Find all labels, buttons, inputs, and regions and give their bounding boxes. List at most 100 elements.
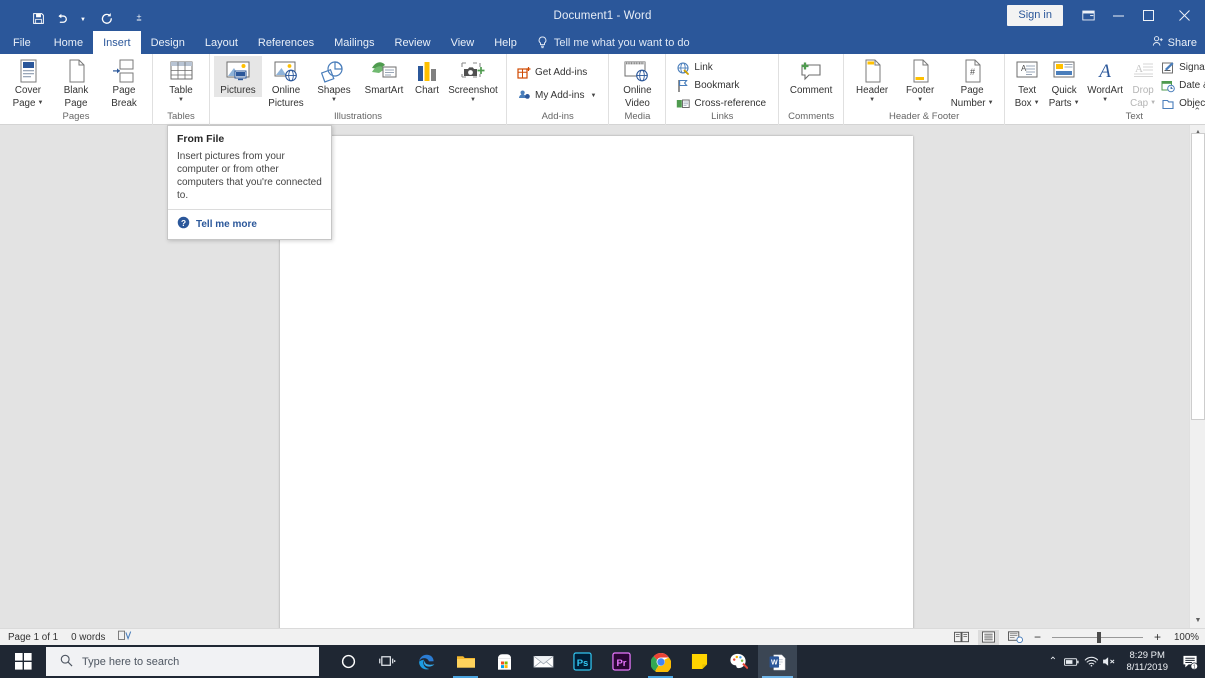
adobe-premiere-icon[interactable]: Pr <box>602 645 641 678</box>
task-view-icon[interactable] <box>368 645 407 678</box>
online-pictures-button[interactable]: Online Pictures <box>262 56 310 109</box>
wordart-icon: A <box>1093 58 1117 84</box>
shapes-dropdown-icon[interactable]: ▼ <box>331 97 337 104</box>
footer-button[interactable]: Footer ▼ <box>896 56 944 104</box>
scrollbar-thumb[interactable] <box>1191 133 1205 420</box>
my-addins-dropdown-icon[interactable]: ▼ <box>590 93 596 99</box>
signature-line-button[interactable]: Signature Line ▼ <box>1159 59 1205 76</box>
table-dropdown-icon[interactable]: ▼ <box>178 97 184 104</box>
word-count[interactable]: 0 words <box>71 632 105 643</box>
screenshot-button[interactable]: Screenshot ▼ <box>444 56 502 104</box>
tab-references[interactable]: References <box>248 31 324 54</box>
zoom-in-button[interactable]: + <box>1152 630 1163 644</box>
tab-insert[interactable]: Insert <box>93 31 141 54</box>
my-addins-button[interactable]: My Add-ins ▼ <box>515 87 600 104</box>
zoom-level[interactable]: 100% <box>1169 632 1199 643</box>
footer-dropdown-icon[interactable]: ▼ <box>917 97 923 104</box>
date-time-button[interactable]: Date & Time <box>1159 77 1205 94</box>
page-break-button[interactable]: Page Break <box>100 56 148 109</box>
taskbar-clock[interactable]: 8:29 PM 8/11/2019 <box>1119 650 1175 674</box>
comment-button[interactable]: Comment <box>783 56 839 97</box>
page-break-label-2: Break <box>111 97 137 109</box>
pictures-button[interactable]: Pictures <box>214 56 262 97</box>
ribbon-group-header-footer: Header ▼ Footer ▼ # Page Number ▼ Header… <box>843 54 1004 125</box>
show-hidden-icons-icon[interactable]: ⌃ <box>1043 645 1062 678</box>
ribbon-display-options-icon[interactable] <box>1073 0 1103 31</box>
group-label-pages: Pages <box>62 111 90 122</box>
microsoft-edge-icon[interactable] <box>407 645 446 678</box>
cortana-icon[interactable] <box>329 645 368 678</box>
vertical-scrollbar[interactable]: ▲ ▼ <box>1189 125 1205 628</box>
tab-review[interactable]: Review <box>385 31 441 54</box>
google-chrome-icon[interactable] <box>641 645 680 678</box>
tell-me-more-link[interactable]: ? Tell me more <box>177 210 322 239</box>
sticky-notes-icon[interactable] <box>680 645 719 678</box>
tab-view[interactable]: View <box>441 31 485 54</box>
print-layout-icon[interactable] <box>977 629 999 645</box>
tab-mailings[interactable]: Mailings <box>324 31 384 54</box>
screenshot-dropdown-icon[interactable]: ▼ <box>470 97 476 104</box>
paint-3d-icon[interactable] <box>719 645 758 678</box>
online-video-button[interactable]: Online Video <box>613 56 661 109</box>
wifi-icon[interactable] <box>1081 645 1100 678</box>
bookmark-button[interactable]: Bookmark <box>674 77 770 94</box>
share-button[interactable]: Share <box>1152 31 1197 54</box>
microsoft-word-icon[interactable]: W <box>758 645 797 678</box>
smartart-button[interactable]: SmartArt <box>358 56 410 97</box>
windows-start-icon[interactable] <box>0 645 46 678</box>
online-video-label-1: Online <box>623 85 652 96</box>
search-input[interactable]: Type here to search <box>46 647 319 676</box>
battery-icon[interactable] <box>1062 645 1081 678</box>
restore-icon[interactable] <box>1133 0 1163 31</box>
table-button[interactable]: Table ▼ <box>157 56 205 104</box>
adobe-photoshop-icon[interactable]: Ps <box>563 645 602 678</box>
tab-design[interactable]: Design <box>141 31 195 54</box>
close-icon[interactable] <box>1163 0 1205 31</box>
page-number-dropdown-icon[interactable]: ▼ <box>988 100 994 107</box>
zoom-slider[interactable] <box>1049 631 1146 644</box>
document-page[interactable] <box>280 136 913 648</box>
collapse-ribbon-icon[interactable]: ⌃ <box>1193 106 1201 117</box>
text-box-button[interactable]: A Text Box ▼ <box>1009 56 1045 109</box>
zoom-out-button[interactable]: − <box>1032 630 1043 644</box>
wordart-button[interactable]: A WordArt ▼ <box>1083 56 1127 104</box>
action-center-icon[interactable]: 1 <box>1175 645 1205 678</box>
quick-parts-button[interactable]: Quick Parts ▼ <box>1045 56 1083 109</box>
text-box-dropdown-icon[interactable]: ▼ <box>1034 100 1040 107</box>
wordart-dropdown-icon[interactable]: ▼ <box>1102 97 1108 104</box>
ribbon-group-links: Link Bookmark Cross-reference Links <box>665 54 778 125</box>
tell-me-search[interactable]: Tell me what you want to do <box>527 31 690 54</box>
cover-page-dropdown-icon[interactable]: ▼ <box>37 100 43 107</box>
shapes-button[interactable]: Shapes ▼ <box>310 56 358 104</box>
microsoft-store-icon[interactable] <box>485 645 524 678</box>
chart-button[interactable]: Chart <box>410 56 444 97</box>
drop-cap-button[interactable]: A Drop Cap ▼ <box>1127 56 1159 109</box>
tab-help[interactable]: Help <box>484 31 527 54</box>
link-button[interactable]: Link <box>674 59 770 76</box>
tab-layout[interactable]: Layout <box>195 31 248 54</box>
page-indicator[interactable]: Page 1 of 1 <box>8 632 58 643</box>
header-button[interactable]: Header ▼ <box>848 56 896 104</box>
scroll-down-icon[interactable]: ▼ <box>1190 613 1205 628</box>
header-dropdown-icon[interactable]: ▼ <box>869 97 875 104</box>
file-explorer-icon[interactable] <box>446 645 485 678</box>
mail-icon[interactable] <box>524 645 563 678</box>
web-layout-icon[interactable] <box>1005 630 1026 645</box>
cover-page-button[interactable]: Cover Page ▼ <box>4 56 52 109</box>
sign-in-button[interactable]: Sign in <box>1007 5 1063 26</box>
tab-home[interactable]: Home <box>44 31 93 54</box>
get-addins-button[interactable]: Get Add-ins <box>515 64 600 81</box>
quick-parts-dropdown-icon[interactable]: ▼ <box>1074 100 1080 107</box>
read-mode-icon[interactable] <box>951 630 972 645</box>
ribbon-group-pages: Cover Page ▼ Blank Page Page Break Pages <box>0 54 152 125</box>
minimize-icon[interactable] <box>1103 0 1133 31</box>
proofing-errors-icon[interactable] <box>118 630 132 644</box>
drop-cap-dropdown-icon[interactable]: ▼ <box>1150 100 1156 107</box>
tab-file[interactable]: File <box>0 31 44 54</box>
svg-text:A: A <box>1097 61 1111 82</box>
blank-page-button[interactable]: Blank Page <box>52 56 100 109</box>
header-label: Header <box>856 85 889 96</box>
zoom-slider-thumb[interactable] <box>1096 631 1101 643</box>
volume-muted-icon[interactable] <box>1100 645 1119 678</box>
page-number-button[interactable]: # Page Number ▼ <box>944 56 1000 109</box>
